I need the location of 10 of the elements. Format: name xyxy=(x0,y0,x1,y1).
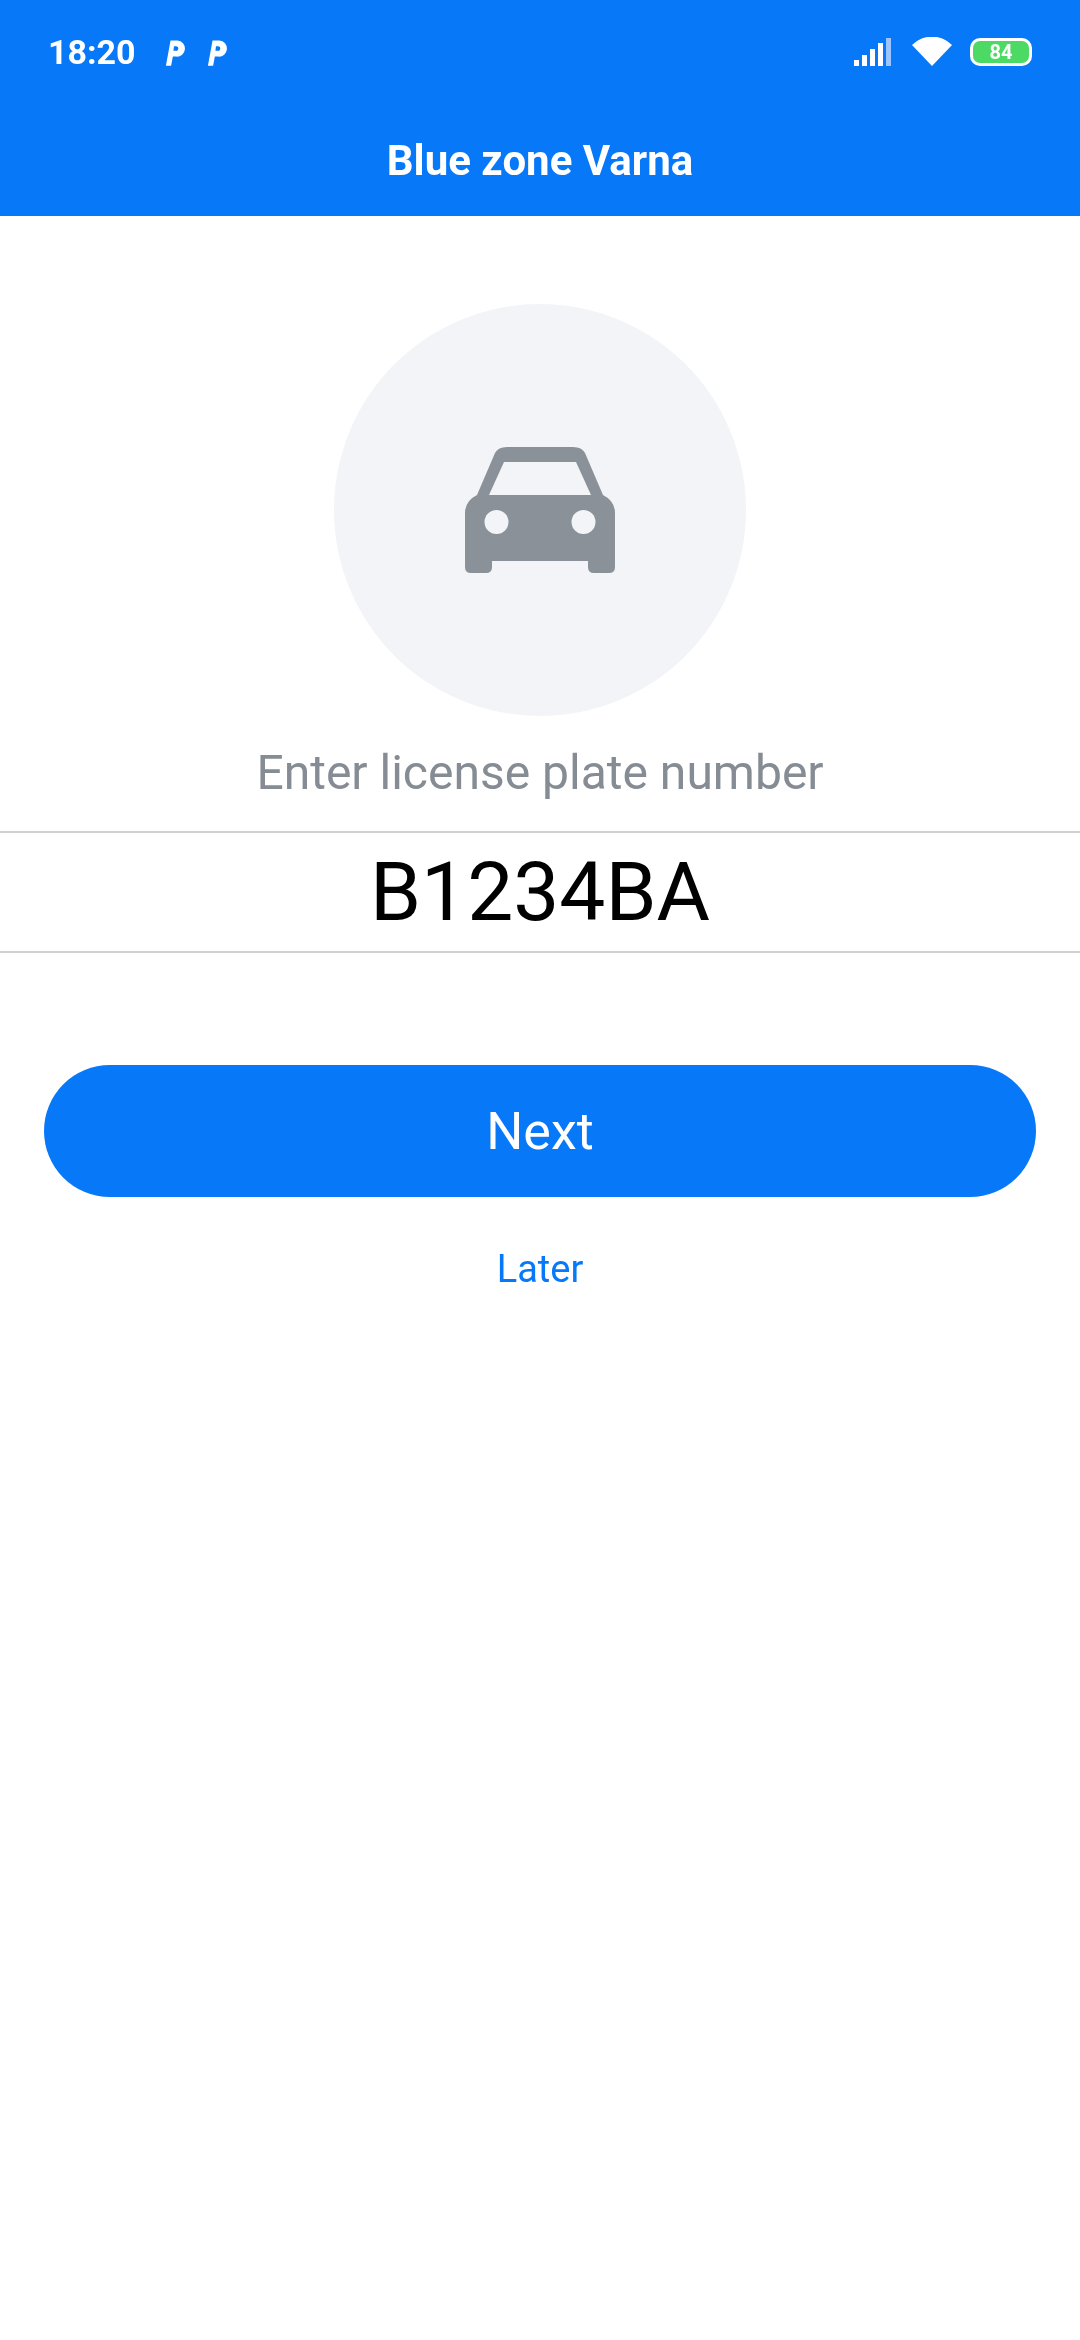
wifi-icon xyxy=(912,37,952,67)
later-link[interactable]: Later xyxy=(496,1247,584,1291)
car-icon xyxy=(465,447,615,573)
app-title: Blue zone Varna xyxy=(386,135,694,185)
next-button[interactable]: Next xyxy=(44,1065,1036,1197)
status-time: 18:20 xyxy=(48,32,136,72)
signal-icon xyxy=(854,38,894,66)
plate-input[interactable]: B1234BA xyxy=(0,831,1080,953)
battery-level: 84 xyxy=(989,40,1013,64)
prompt-label: Enter license plate number xyxy=(256,744,824,801)
